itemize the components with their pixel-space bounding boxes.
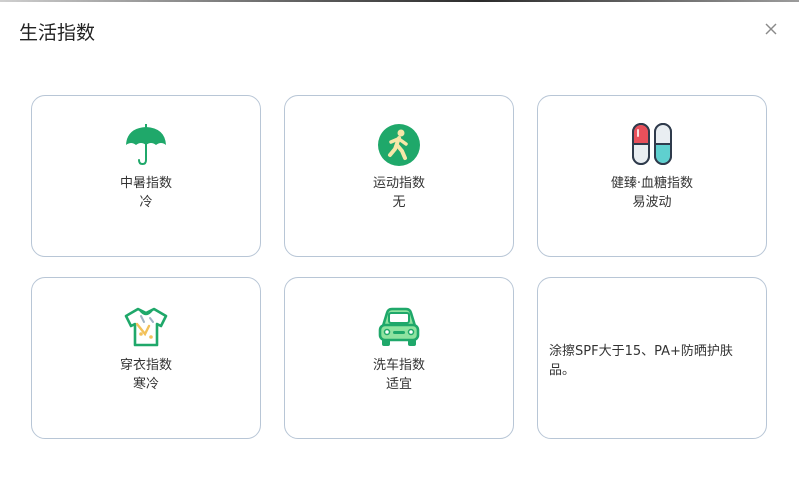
card-name: 中暑指数	[119, 176, 172, 191]
card-value: 寒冷	[132, 377, 159, 392]
card-value: 无	[392, 195, 406, 210]
card-heatstroke-index[interactable]: 中暑指数 冷	[31, 95, 261, 257]
card-name: 运动指数	[372, 176, 425, 191]
umbrella-icon	[123, 122, 169, 168]
close-button[interactable]	[760, 18, 782, 40]
tip-text: 涂擦SPF大于15、PA+防晒护肤品。	[549, 344, 733, 378]
card-name: 穿衣指数	[119, 358, 172, 373]
index-card-grid: 中暑指数 冷 运动指数 无 健臻·血糖指数 易波动 穿衣指数 寒冷 洗车指数 适…	[31, 95, 767, 439]
card-value: 易波动	[632, 195, 672, 210]
card-exercise-index[interactable]: 运动指数 无	[284, 95, 514, 257]
capsule-icon	[629, 122, 675, 168]
card-dressing-index[interactable]: 穿衣指数 寒冷	[31, 277, 261, 439]
life-index-dialog: 生活指数 中暑指数 冷 运动指数 无 健臻·血糖指数 易波动 穿衣指数 寒冷 洗…	[0, 0, 799, 479]
dialog-title: 生活指数	[19, 22, 96, 44]
card-value: 适宜	[385, 377, 412, 392]
window-top-strip	[0, 0, 799, 2]
car-icon	[376, 304, 422, 350]
shirt-icon	[123, 304, 169, 350]
close-icon	[765, 23, 777, 35]
card-blood-sugar-index[interactable]: 健臻·血糖指数 易波动	[537, 95, 767, 257]
card-name: 健臻·血糖指数	[610, 176, 694, 191]
card-name: 洗车指数	[372, 358, 425, 373]
card-value: 冷	[139, 195, 153, 210]
card-sunscreen-tip: 涂擦SPF大于15、PA+防晒护肤品。	[537, 277, 767, 439]
card-car-wash-index[interactable]: 洗车指数 适宜	[284, 277, 514, 439]
running-person-icon	[376, 122, 422, 168]
